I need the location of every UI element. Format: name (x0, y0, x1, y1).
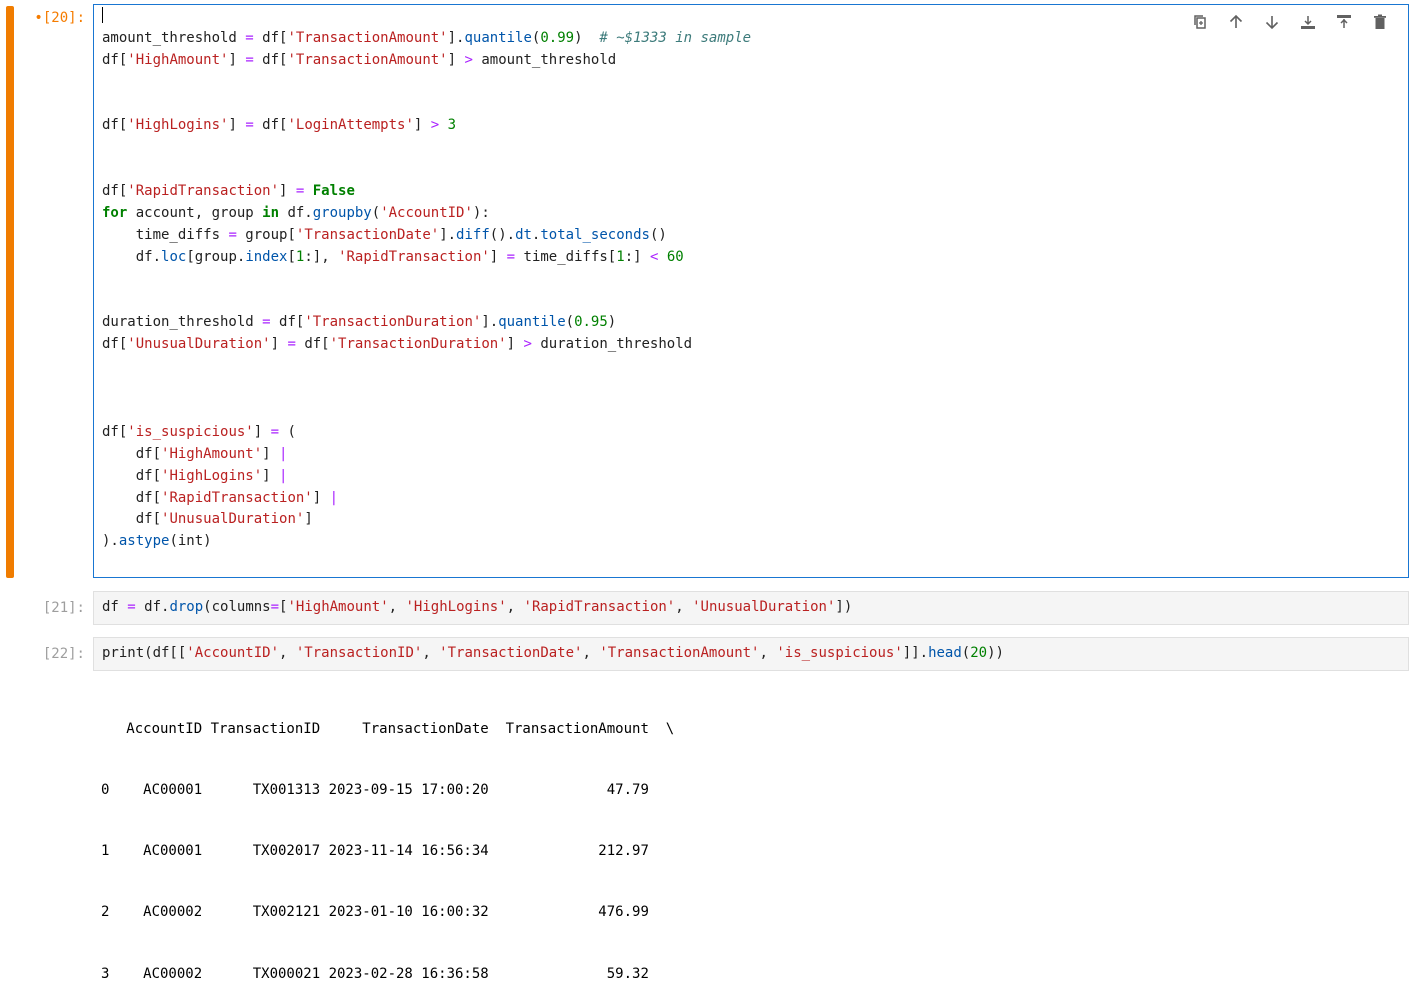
delete-icon[interactable] (1362, 11, 1398, 33)
code-line: df['is_suspicious'] = ( (102, 423, 296, 440)
code-text[interactable]: df = df.drop(columns=['HighAmount', 'Hig… (102, 597, 852, 619)
output-line: 2 AC00002 TX002121 2023-01-10 16:00:32 4… (101, 904, 649, 921)
code-line: df['UnusualDuration'] = df['TransactionD… (102, 336, 693, 353)
code-editor[interactable]: print(df[['AccountID', 'TransactionID', … (93, 637, 1409, 671)
code-line: df['RapidTransaction'] = False (102, 183, 355, 200)
text-cursor (102, 7, 103, 23)
move-up-icon[interactable] (1218, 11, 1254, 33)
code-line: df['RapidTransaction'] | (102, 489, 339, 506)
active-cell-indicator (6, 6, 14, 578)
code-line: amount_threshold = df['TransactionAmount… (102, 29, 752, 46)
code-editor[interactable]: amount_threshold = df['TransactionAmount… (93, 4, 1409, 578)
cell-toolbar (1182, 11, 1398, 33)
cell-output: AccountID TransactionID TransactionDate … (101, 678, 674, 1005)
code-line: df['HighAmount'] = df['TransactionAmount… (102, 51, 617, 68)
code-line: df['HighAmount'] | (102, 445, 288, 462)
output-line: AccountID TransactionID TransactionDate … (101, 720, 675, 737)
output-line: 0 AC00001 TX001313 2023-09-15 17:00:20 4… (101, 782, 649, 799)
code-line: df.loc[group.index[1:], 'RapidTransactio… (102, 248, 684, 265)
code-line: df['HighLogins'] | (102, 467, 288, 484)
code-line: df = df.drop(columns=['HighAmount', 'Hig… (102, 599, 853, 615)
duplicate-icon[interactable] (1182, 11, 1218, 33)
code-line: ).astype(int) (102, 533, 212, 550)
insert-below-icon[interactable] (1326, 11, 1362, 33)
code-line: time_diffs = group['TransactionDate'].di… (102, 226, 667, 243)
cell-prompt: [21]: (42, 600, 85, 616)
move-down-icon[interactable] (1254, 11, 1290, 33)
cell-prompt: [22]: (42, 646, 85, 662)
code-text[interactable]: amount_threshold = df['TransactionAmount… (102, 6, 751, 553)
code-line: for account, group in df.groupby('Accoun… (102, 205, 490, 222)
insert-above-icon[interactable] (1290, 11, 1326, 33)
code-editor[interactable]: df = df.drop(columns=['HighAmount', 'Hig… (93, 591, 1409, 625)
code-line: print(df[['AccountID', 'TransactionID', … (102, 645, 1004, 661)
code-line: df['HighLogins'] = df['LoginAttempts'] >… (102, 117, 457, 134)
code-line: df['UnusualDuration'] (102, 511, 313, 528)
cell-prompt: •[20]: (34, 10, 85, 26)
output-line: 3 AC00002 TX000021 2023-02-28 16:36:58 5… (101, 965, 649, 982)
code-line (102, 6, 751, 28)
code-line: duration_threshold = df['TransactionDura… (102, 314, 617, 331)
output-line: 1 AC00001 TX002017 2023-11-14 16:56:34 2… (101, 843, 649, 860)
code-text[interactable]: print(df[['AccountID', 'TransactionID', … (102, 643, 1004, 665)
